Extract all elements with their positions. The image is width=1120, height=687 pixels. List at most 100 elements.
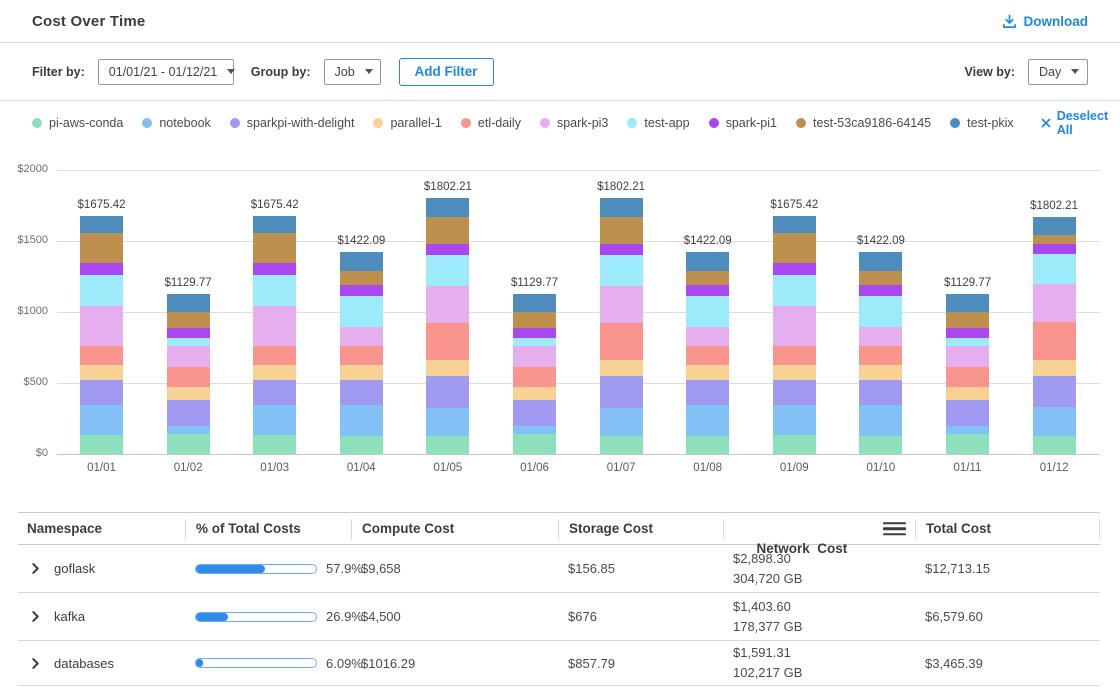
stacked-bar[interactable]	[1033, 217, 1076, 454]
bar-segment-spark-pi1	[859, 285, 902, 296]
bar-segment-etl-daily	[946, 367, 989, 387]
legend-dot-icon	[950, 118, 960, 128]
chevron-right-icon[interactable]	[30, 611, 41, 622]
namespace-cell[interactable]: kafka	[18, 609, 185, 624]
stacked-bar[interactable]	[600, 198, 643, 454]
x-axis-tick-label: 01/11	[923, 462, 1013, 474]
legend-item[interactable]: sparkpi-with-delight	[230, 116, 355, 130]
namespace-cell[interactable]: goflask	[18, 561, 185, 576]
stacked-bar[interactable]	[167, 294, 210, 454]
legend-dot-icon	[627, 118, 637, 128]
chevron-right-icon[interactable]	[30, 563, 41, 574]
table-body: goflask 57.9% $9,658 $156.85 $2,898.30 3…	[18, 545, 1100, 686]
bar-segment-test-pkix	[253, 216, 296, 233]
column-header-compute-cost: Compute Cost	[351, 519, 558, 539]
legend-item[interactable]: test-app	[627, 116, 689, 130]
bar-segment-sparkpi-with-delight	[513, 400, 556, 426]
bar-segment-spark-pi3	[686, 327, 729, 345]
bar-segment-sparkpi-with-delight	[946, 400, 989, 426]
stacked-bar[interactable]	[686, 252, 729, 454]
bar-total-label: $1675.42	[749, 199, 839, 211]
bar-segment-sparkpi-with-delight	[600, 376, 643, 408]
pct-total-costs-cell: 57.9%	[185, 561, 351, 576]
bar-segment-parallel-1	[426, 360, 469, 376]
x-axis-tick-label: 01/03	[230, 462, 320, 474]
stacked-bar[interactable]	[426, 198, 469, 454]
bar-segment-spark-pi3	[167, 346, 210, 366]
bar-segment-spark-pi1	[167, 328, 210, 338]
bar-segment-notebook	[513, 426, 556, 434]
x-axis-tick-label: 01/08	[663, 462, 753, 474]
chevron-right-icon[interactable]	[30, 658, 41, 669]
stacked-bar[interactable]	[859, 252, 902, 454]
bar-segment-parallel-1	[253, 365, 296, 380]
bar-segment-test-53ca9186-64145	[600, 217, 643, 244]
legend-item[interactable]: spark-pi1	[709, 116, 777, 130]
namespace-label: goflask	[54, 561, 95, 576]
column-header-namespace: Namespace	[18, 519, 185, 539]
view-by-dropdown[interactable]: Day	[1028, 59, 1088, 85]
legend-item[interactable]: test-pkix	[950, 116, 1014, 130]
bar-segment-pi-aws-conda	[859, 436, 902, 454]
bar-segment-sparkpi-with-delight	[773, 380, 816, 405]
bar-segment-test-app	[513, 338, 556, 347]
group-by-dropdown[interactable]: Job	[324, 59, 381, 85]
bar-segment-parallel-1	[340, 365, 383, 380]
deselect-all-button[interactable]: Deselect All	[1041, 109, 1108, 137]
table-row: kafka 26.9% $4,500 $676 $1,403.60 178,37…	[18, 593, 1100, 641]
bar-segment-notebook	[600, 408, 643, 436]
stacked-bar[interactable]	[253, 216, 296, 454]
gridline	[57, 383, 1100, 384]
column-menu-icon[interactable]	[883, 522, 906, 536]
group-by-value: Job	[335, 65, 355, 79]
legend-item[interactable]: etl-daily	[461, 116, 521, 130]
legend-item[interactable]: parallel-1	[373, 116, 441, 130]
stacked-bar[interactable]	[80, 216, 123, 454]
add-filter-button[interactable]: Add Filter	[399, 58, 494, 86]
bar-segment-parallel-1	[600, 360, 643, 376]
column-header-pct-total-costs: % of Total Costs	[185, 519, 351, 539]
chevron-down-icon	[1071, 69, 1079, 74]
bar-total-label: $1675.42	[230, 199, 320, 211]
legend-item-label: test-53ca9186-64145	[813, 116, 931, 130]
x-axis-tick-label: 01/04	[316, 462, 406, 474]
bar-segment-parallel-1	[773, 365, 816, 380]
bar-segment-test-app	[600, 255, 643, 286]
bar-segment-test-pkix	[946, 294, 989, 313]
stacked-bar[interactable]	[773, 216, 816, 454]
gridline	[57, 170, 1100, 171]
namespace-cell[interactable]: databases	[18, 656, 185, 671]
bar-segment-sparkpi-with-delight	[340, 380, 383, 405]
date-range-dropdown[interactable]: 01/01/21 - 01/12/21	[98, 59, 234, 85]
bar-segment-pi-aws-conda	[600, 436, 643, 454]
legend-item[interactable]: test-53ca9186-64145	[796, 116, 931, 130]
y-axis-tick-label: $1500	[0, 234, 48, 246]
legend-item-label: pi-aws-conda	[49, 116, 123, 130]
legend-item-label: parallel-1	[390, 116, 441, 130]
download-button[interactable]: Download	[1002, 14, 1089, 29]
bar-total-label: $1675.42	[57, 199, 147, 211]
bar-segment-test-pkix	[773, 216, 816, 233]
bar-segment-pi-aws-conda	[80, 435, 123, 454]
bar-segment-etl-daily	[859, 346, 902, 365]
pct-progress-bar	[195, 658, 317, 668]
legend-item[interactable]: notebook	[142, 116, 210, 130]
bar-segment-test-pkix	[426, 198, 469, 217]
stacked-bar[interactable]	[513, 294, 556, 454]
legend-item[interactable]: spark-pi3	[540, 116, 608, 130]
bar-segment-sparkpi-with-delight	[253, 380, 296, 405]
stacked-bar[interactable]	[340, 252, 383, 454]
column-header-total-cost: Total Cost	[915, 519, 1100, 539]
x-axis-tick-label: 01/12	[1009, 462, 1099, 474]
stacked-bar[interactable]	[946, 294, 989, 454]
table-row: databases 6.09% $1016.29 $857.79 $1,591.…	[18, 641, 1100, 686]
bar-segment-test-app	[253, 275, 296, 306]
bar-segment-test-pkix	[859, 252, 902, 271]
storage-cost-cell: $676	[558, 609, 723, 624]
chart-legend: pi-aws-conda notebook sparkpi-with-delight…	[0, 101, 1120, 145]
namespace-label: databases	[54, 656, 114, 671]
network-gb-value: 102,217 GB	[733, 663, 915, 683]
legend-item[interactable]: pi-aws-conda	[32, 116, 123, 130]
bar-segment-notebook	[686, 405, 729, 436]
bar-segment-spark-pi1	[946, 328, 989, 338]
